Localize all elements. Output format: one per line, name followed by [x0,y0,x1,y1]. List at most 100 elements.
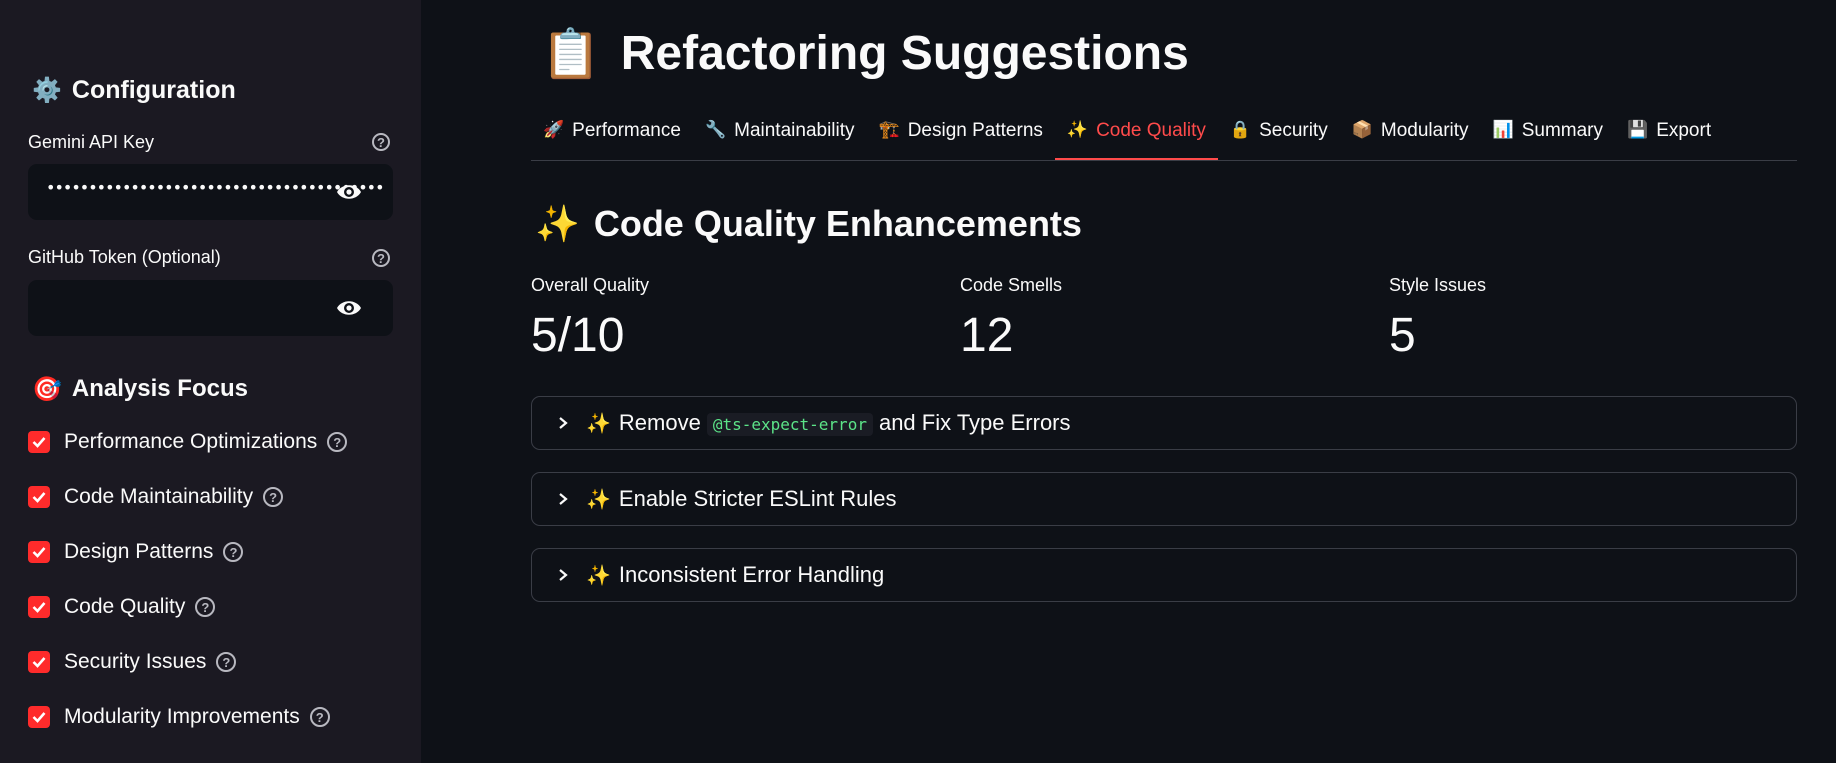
tab-maintainability[interactable]: 🔧 Maintainability [693,114,867,160]
checkbox-label: Performance Optimizations [64,430,318,453]
sparkles-icon: ✨ [586,488,611,511]
checkmark-icon [32,492,46,503]
focus-checkbox-row[interactable]: Code Maintainability? [28,482,284,512]
checkbox-label: Security Issues [64,650,207,673]
tab-bar: 🚀 Performance 🔧 Maintainability 🏗️ Design Pat… [531,114,1797,161]
tab-performance[interactable]: 🚀 Performance [531,114,693,160]
tab-label: Summary [1521,120,1604,141]
clipboard-icon: 📋 [541,27,601,81]
metric-value: 5 [1389,309,1416,362]
tab-label: Modularity [1380,120,1469,141]
target-icon: 🎯 [32,375,62,403]
tab-label: Export [1656,120,1712,141]
tab-icon: 📊 [1492,120,1514,139]
metric-overall-quality: Overall Quality 5/10 [531,275,649,363]
expander-remove-ts-expect-error[interactable]: ✨ Remove @ts-expect-error and Fix Type Err… [531,396,1797,450]
tab-label: Maintainability [734,120,855,141]
help-icon[interactable]: ? [216,652,237,672]
checkbox[interactable] [28,706,50,728]
metric-label: Overall Quality [531,275,650,295]
checkmark-icon [32,657,46,668]
metric-value: 5/10 [531,309,625,362]
expander-label: Enable Stricter ESLint Rules [618,486,897,511]
tab-security[interactable]: 🔒 Security [1218,114,1340,160]
help-icon[interactable]: ? [372,133,390,151]
tab-icon: 🔧 [704,120,727,139]
checkbox[interactable] [28,431,50,453]
chevron-right-icon [559,417,568,429]
gemini-api-key-value: •••••••••••••••••••••••••••••••••••••••• [46,178,384,197]
gemini-api-key-input[interactable]: •••••••••••••••••••••••••••••••••••••••• [28,164,393,220]
checkmark-icon [32,437,46,448]
eye-icon[interactable] [335,297,363,319]
help-icon[interactable]: ? [223,542,244,562]
chevron-right-icon [559,493,568,505]
expander-error-handling[interactable]: ✨ Inconsistent Error Handling [531,548,1797,602]
sidebar: ⚙️ Configuration Gemini API Key ? ••••••… [0,0,421,763]
configuration-title: Configuration [71,75,236,104]
expander-stricter-eslint[interactable]: ✨ Enable Stricter ESLint Rules [531,472,1797,526]
tab-label: Performance [572,120,681,141]
section-title: ✨ Code Quality Enhancements [535,200,1082,248]
gear-icon: ⚙️ [32,76,62,104]
configuration-heading: ⚙️ Configuration [32,72,236,108]
tab-icon: 🏗️ [878,120,900,139]
tab-modularity[interactable]: 📦 Modularity [1340,114,1481,160]
inline-code: @ts-expect-error [706,413,873,436]
expander-label: Remove @ts-expect-error and Fix Type Error… [618,410,1071,436]
tab-icon: 💾 [1627,120,1649,139]
checkbox-label: Code Maintainability [64,485,254,508]
focus-checkbox-row[interactable]: Performance Optimizations? [28,427,348,457]
tab-icon: 🔒 [1229,120,1252,139]
tab-icon: 🚀 [543,120,565,139]
github-token-label: GitHub Token (Optional) [28,247,221,267]
chevron-right-icon [559,569,568,581]
tab-export[interactable]: 💾 Export [1615,114,1723,160]
checkbox[interactable] [28,651,50,673]
tab-icon: 📦 [1351,120,1373,139]
analysis-focus-title: Analysis Focus [71,375,248,402]
metric-label: Code Smells [960,275,1063,295]
checkmark-icon [32,712,46,723]
tab-icon: ✨ [1066,120,1089,139]
checkbox-label: Modularity Improvements [64,705,300,728]
help-icon[interactable]: ? [372,249,390,267]
tab-label: Code Quality [1096,120,1206,141]
checkmark-icon [32,547,46,558]
tab-label: Design Patterns [907,120,1043,141]
focus-checkbox-row[interactable]: Design Patterns? [28,537,244,567]
metric-label: Style Issues [1389,275,1487,295]
help-icon[interactable]: ? [309,707,330,727]
sparkles-icon: ✨ [586,412,611,435]
metric-style-issues: Style Issues 5 [1389,275,1486,363]
focus-checkbox-row[interactable]: Modularity Improvements? [28,702,330,732]
focus-checkbox-row[interactable]: Security Issues? [28,647,237,677]
help-icon[interactable]: ? [195,597,216,617]
gemini-api-key-label: Gemini API Key [28,132,155,152]
help-icon[interactable]: ? [263,487,284,507]
tab-label: Security [1259,120,1328,141]
sparkles-icon: ✨ [586,564,611,587]
checkbox[interactable] [28,596,50,618]
checkmark-icon [32,602,46,613]
checkbox-label: Design Patterns [64,540,214,563]
help-icon[interactable]: ? [327,432,348,452]
metric-value: 12 [960,309,1014,362]
analysis-focus-heading: 🎯 Analysis Focus [32,371,248,407]
checkbox[interactable] [28,486,50,508]
tab-code-quality[interactable]: ✨ Code Quality [1054,114,1218,160]
focus-checkbox-row[interactable]: Code Quality? [28,592,216,622]
tab-design-patterns[interactable]: 🏗️ Design Patterns [867,114,1055,160]
page-title-text: Refactoring Suggestions [620,26,1189,80]
section-title-text: Code Quality Enhancements [593,203,1082,244]
github-token-input[interactable] [28,280,393,336]
main-content: 📋 Refactoring Suggestions 🚀 Performance 🔧 M… [421,0,1836,763]
metric-code-smells: Code Smells 12 [960,275,1062,363]
checkbox[interactable] [28,541,50,563]
eye-icon[interactable] [335,181,363,203]
checkbox-label: Code Quality [64,595,186,618]
page-title: 📋 Refactoring Suggestions [541,22,1189,84]
tab-summary[interactable]: 📊 Summary [1481,114,1615,160]
expander-label: Inconsistent Error Handling [618,562,885,587]
sparkles-icon: ✨ [535,203,580,244]
